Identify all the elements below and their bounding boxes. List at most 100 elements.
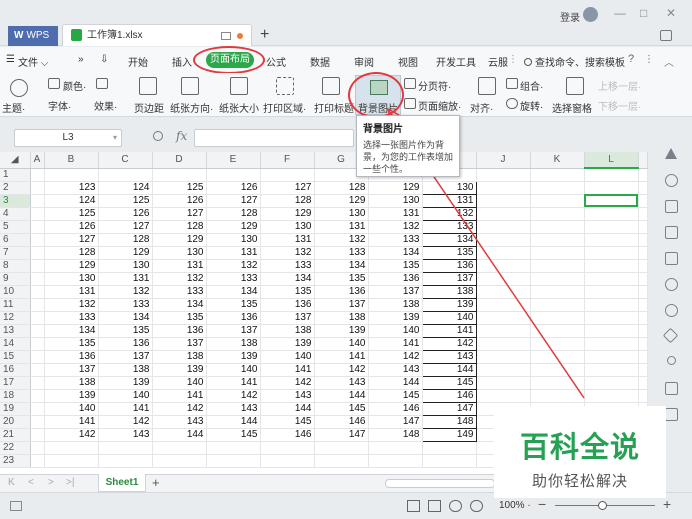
cell[interactable]: 139 bbox=[44, 389, 99, 403]
cell[interactable] bbox=[530, 246, 585, 260]
cell[interactable] bbox=[476, 233, 531, 247]
monitor-icon[interactable] bbox=[221, 32, 231, 40]
help-circle-icon[interactable] bbox=[665, 304, 678, 317]
cell[interactable]: 145 bbox=[260, 415, 315, 429]
cell[interactable] bbox=[422, 454, 477, 468]
row-header[interactable]: 19 bbox=[0, 402, 31, 416]
row-header[interactable]: 3 bbox=[0, 194, 31, 208]
cell[interactable]: 133 bbox=[421, 219, 477, 234]
first-sheet-icon[interactable]: K bbox=[8, 477, 15, 488]
cell[interactable]: 131 bbox=[421, 193, 477, 208]
cell[interactable] bbox=[584, 285, 639, 299]
effects-button[interactable]: 效果· bbox=[94, 98, 117, 113]
new-tab-button[interactable]: + bbox=[260, 27, 269, 43]
cell[interactable]: 134 bbox=[44, 324, 99, 338]
fx-icon[interactable]: fx bbox=[176, 129, 187, 143]
cell[interactable] bbox=[314, 454, 369, 468]
cell[interactable] bbox=[30, 168, 45, 182]
cell[interactable] bbox=[584, 311, 639, 325]
cell[interactable]: 141 bbox=[421, 323, 477, 338]
cell[interactable] bbox=[476, 246, 531, 260]
cell[interactable]: 136 bbox=[260, 298, 315, 312]
cell[interactable] bbox=[368, 441, 423, 455]
row-header[interactable]: 8 bbox=[0, 259, 31, 273]
cell[interactable]: 127 bbox=[260, 181, 315, 195]
cell[interactable]: 128 bbox=[260, 194, 315, 208]
cell[interactable]: 144 bbox=[368, 376, 423, 390]
formula-input[interactable] bbox=[194, 129, 354, 147]
cell[interactable] bbox=[476, 220, 531, 234]
zoom-level[interactable]: 100% · bbox=[499, 500, 531, 511]
cell[interactable]: 139 bbox=[260, 337, 315, 351]
cell[interactable] bbox=[584, 272, 639, 286]
cell[interactable] bbox=[44, 168, 99, 182]
row-header[interactable]: 22 bbox=[0, 441, 31, 455]
cell[interactable] bbox=[476, 376, 531, 390]
cell[interactable]: 127 bbox=[152, 207, 207, 221]
cell[interactable]: 129 bbox=[152, 233, 207, 247]
cell[interactable]: 134 bbox=[368, 246, 423, 260]
cell[interactable] bbox=[530, 298, 585, 312]
cell[interactable]: 139 bbox=[152, 363, 207, 377]
cell[interactable]: 134 bbox=[206, 285, 261, 299]
print-titles-button[interactable]: 打印标题 bbox=[314, 100, 354, 115]
selection-pane-button[interactable]: 选择窗格 bbox=[552, 100, 592, 115]
cell[interactable]: 142 bbox=[368, 350, 423, 364]
cell[interactable]: 135 bbox=[260, 285, 315, 299]
cell[interactable] bbox=[476, 389, 531, 403]
column-header-k[interactable]: K bbox=[530, 152, 585, 169]
cell[interactable] bbox=[584, 389, 639, 403]
cell[interactable]: 123 bbox=[44, 181, 99, 195]
cell[interactable] bbox=[584, 181, 639, 195]
cell[interactable]: 128 bbox=[44, 246, 99, 260]
cell[interactable]: 129 bbox=[314, 194, 369, 208]
cell[interactable]: 138 bbox=[260, 324, 315, 338]
cell[interactable]: 134 bbox=[98, 311, 153, 325]
cell[interactable]: 132 bbox=[421, 206, 477, 221]
cell[interactable]: 138 bbox=[368, 298, 423, 312]
cell[interactable]: 145 bbox=[368, 389, 423, 403]
cell[interactable] bbox=[30, 272, 45, 286]
help-icon[interactable]: ? bbox=[628, 53, 634, 65]
cell[interactable] bbox=[260, 441, 315, 455]
row-header[interactable]: 7 bbox=[0, 246, 31, 260]
cell[interactable]: 135 bbox=[98, 324, 153, 338]
cell[interactable]: 138 bbox=[44, 376, 99, 390]
cell[interactable] bbox=[584, 259, 639, 273]
cell[interactable]: 125 bbox=[44, 207, 99, 221]
cell[interactable] bbox=[30, 350, 45, 364]
tab-cloud[interactable]: 云服 bbox=[488, 54, 508, 69]
cell[interactable]: 127 bbox=[98, 220, 153, 234]
cell[interactable] bbox=[30, 220, 45, 234]
properties-icon[interactable] bbox=[665, 200, 678, 213]
selected-cell[interactable] bbox=[584, 194, 639, 208]
cell[interactable]: 129 bbox=[98, 246, 153, 260]
cell[interactable]: 136 bbox=[152, 324, 207, 338]
cell[interactable]: 142 bbox=[98, 415, 153, 429]
cell[interactable]: 131 bbox=[368, 207, 423, 221]
cell[interactable]: 132 bbox=[368, 220, 423, 234]
fonts-button[interactable]: 字体· bbox=[48, 98, 71, 113]
row-header[interactable]: 15 bbox=[0, 350, 31, 364]
cell[interactable]: 134 bbox=[314, 259, 369, 273]
cell[interactable] bbox=[530, 389, 585, 403]
cell[interactable] bbox=[30, 389, 45, 403]
cell[interactable]: 140 bbox=[421, 310, 477, 325]
cell[interactable]: 136 bbox=[44, 350, 99, 364]
cell[interactable] bbox=[30, 298, 45, 312]
chevron-down-icon[interactable]: ▾ bbox=[113, 130, 117, 146]
cell[interactable]: 132 bbox=[206, 259, 261, 273]
zoom-out-button[interactable]: − bbox=[538, 496, 546, 512]
cell[interactable] bbox=[476, 324, 531, 338]
cell[interactable]: 128 bbox=[98, 233, 153, 247]
row-header[interactable]: 5 bbox=[0, 220, 31, 234]
cell[interactable]: 143 bbox=[421, 349, 477, 364]
row-header[interactable]: 9 bbox=[0, 272, 31, 286]
cell[interactable] bbox=[530, 376, 585, 390]
cell[interactable]: 147 bbox=[314, 428, 369, 442]
cell[interactable]: 125 bbox=[152, 181, 207, 195]
cell[interactable]: 127 bbox=[44, 233, 99, 247]
cell[interactable] bbox=[44, 454, 99, 468]
cell[interactable]: 136 bbox=[314, 285, 369, 299]
window-layout-icon[interactable] bbox=[660, 30, 672, 41]
